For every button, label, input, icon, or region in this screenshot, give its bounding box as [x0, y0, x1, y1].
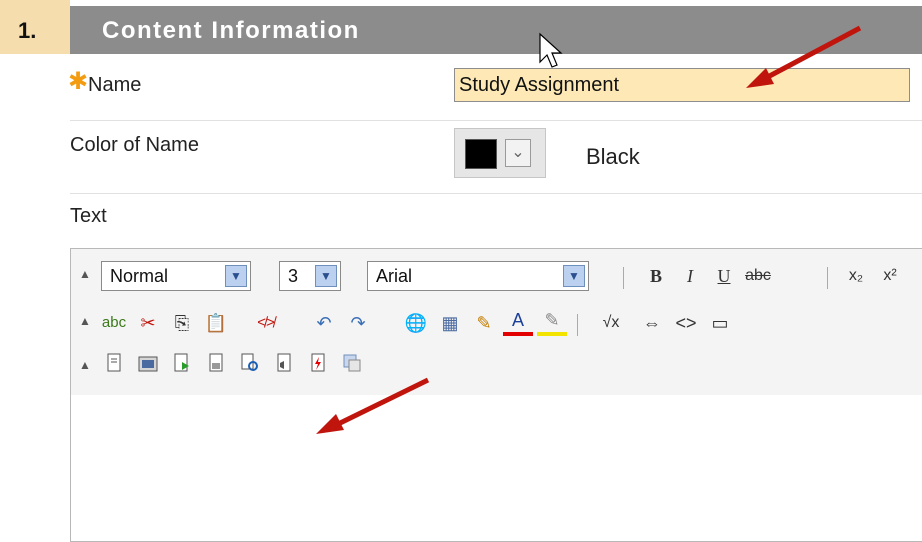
font-color-icon[interactable]: A [503, 308, 533, 336]
redo-icon[interactable]: ↷ [343, 308, 373, 338]
underline-button[interactable]: U [709, 261, 739, 291]
toolbar-separator [577, 314, 578, 336]
chevron-down-icon[interactable]: ⌄ [505, 139, 531, 167]
document-icon[interactable] [99, 352, 129, 382]
flash-icon[interactable] [303, 352, 333, 382]
media-icon[interactable] [167, 352, 197, 382]
file-icon[interactable] [201, 352, 231, 382]
name-label: Name [88, 74, 142, 96]
step-number: 1. [18, 18, 37, 43]
toolbar-row-1: ▲ Normal ▼ 3 ▼ Arial ▼ B I U abc x₂ x² [71, 257, 922, 297]
collapse-toolbar-icon[interactable]: ▲ [79, 358, 91, 372]
unlink-icon[interactable]: ≮≯ [251, 308, 281, 338]
toolbar-row-2: ▲ abc ✂ ⎘ 📋 ≮≯ ↶ ↷ 🌐 ▦ ✎ A ✎ √x ⇔ <> ▭ [71, 304, 922, 344]
code-icon[interactable]: <> [671, 308, 701, 338]
paste-icon[interactable]: 📋 [201, 308, 231, 338]
text-label: Text [70, 205, 107, 227]
rich-text-editor: ▲ Normal ▼ 3 ▼ Arial ▼ B I U abc x₂ x² ▲… [70, 248, 922, 542]
globe-icon[interactable]: 🌐 [401, 308, 431, 338]
toolbar-separator [623, 267, 624, 289]
color-picker[interactable]: ⌄ [454, 128, 546, 178]
image-icon[interactable] [133, 352, 163, 382]
audio-icon[interactable] [269, 352, 299, 382]
section-header-bar: Content Information [70, 6, 922, 54]
pencil-icon[interactable]: ✎ [469, 308, 499, 338]
undo-icon[interactable]: ↶ [309, 308, 339, 338]
format-select[interactable]: Normal ▼ [101, 261, 251, 291]
chevron-down-icon: ▼ [315, 265, 337, 287]
window-icon[interactable]: ▭ [705, 308, 735, 338]
collapse-toolbar-icon[interactable]: ▲ [79, 314, 91, 328]
color-of-name-label: Color of Name [70, 134, 199, 156]
highlight-icon[interactable]: ✎ [537, 308, 567, 336]
math-icon[interactable]: √x [591, 308, 631, 338]
color-name-label: Black [586, 144, 640, 169]
toolbar-separator [827, 267, 828, 289]
editor-text-area[interactable] [71, 395, 922, 541]
collapse-toolbar-icon[interactable]: ▲ [79, 267, 91, 281]
chevron-down-icon: ▼ [563, 265, 585, 287]
strikethrough-button[interactable]: abc [743, 261, 773, 291]
name-input[interactable] [454, 68, 910, 102]
superscript-button[interactable]: x² [875, 261, 905, 291]
spellcheck-button[interactable]: abc [99, 308, 129, 338]
copy-icon[interactable]: ⎘ [167, 308, 197, 338]
chevron-down-icon: ▼ [225, 265, 247, 287]
step-number-box: 1. [0, 0, 70, 54]
preview-icon[interactable] [235, 352, 265, 382]
cut-icon[interactable]: ✂ [133, 308, 163, 338]
table-icon[interactable]: ▦ [435, 308, 465, 338]
required-asterisk-icon: ✱ [68, 68, 89, 95]
subscript-button[interactable]: x₂ [841, 261, 871, 291]
italic-button[interactable]: I [675, 261, 705, 291]
color-swatch [465, 139, 497, 169]
editor-toolbar: ▲ Normal ▼ 3 ▼ Arial ▼ B I U abc x₂ x² ▲… [71, 249, 922, 396]
font-family-select[interactable]: Arial ▼ [367, 261, 589, 291]
mashup-icon[interactable] [337, 352, 367, 382]
bold-button[interactable]: B [641, 261, 671, 291]
font-size-select[interactable]: 3 ▼ [279, 261, 341, 291]
section-title: Content Information [102, 17, 360, 44]
toolbar-row-3: ▲ [71, 348, 922, 388]
arrows-icon[interactable]: ⇔ [637, 308, 667, 338]
